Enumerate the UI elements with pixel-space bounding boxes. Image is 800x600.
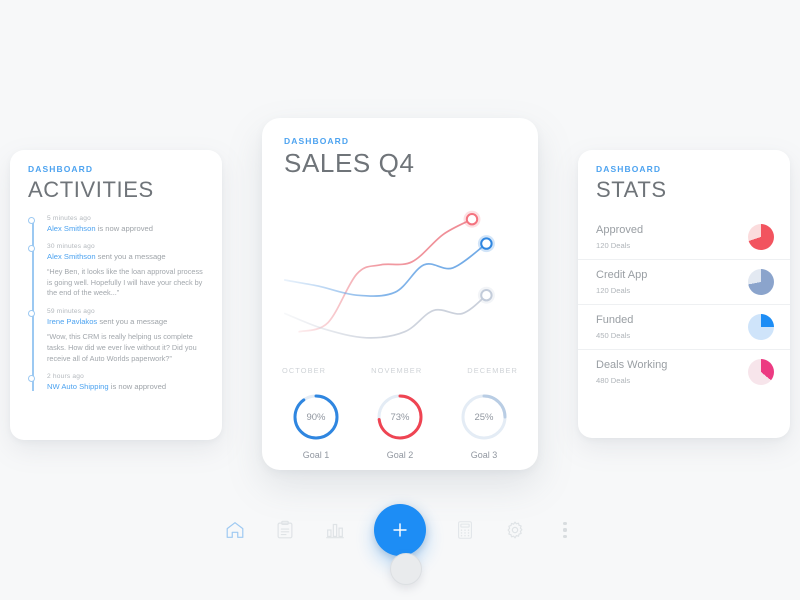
goal-item[interactable]: 73% Goal 2	[374, 391, 426, 460]
dot	[563, 528, 567, 532]
activity-action: sent you a message	[97, 317, 168, 327]
activity-time: 2 hours ago	[47, 373, 85, 381]
activity-time: 59 minutes ago	[47, 308, 95, 316]
page-title: SALES Q4	[284, 148, 415, 178]
activities-eyebrow: DASHBOARD	[28, 164, 94, 174]
bar-chart-icon[interactable]	[324, 519, 346, 541]
activities-title: ACTIVITIES	[28, 177, 154, 202]
activity-text: Alex Smithson sent you a message	[47, 252, 206, 262]
home-button[interactable]	[390, 553, 422, 585]
activity-time: 30 minutes ago	[47, 243, 95, 251]
stat-name: Deals Working	[596, 359, 668, 372]
activities-card: DASHBOARD ACTIVITIES 5 minutes ago Alex …	[10, 150, 222, 440]
progress-ring: 25%	[458, 391, 510, 443]
activity-text: NW Auto Shipping is now approved	[47, 382, 206, 392]
table-row[interactable]: Deals Working 480 Deals	[578, 350, 790, 394]
dashboard-screen: DASHBOARD ACTIVITIES 5 minutes ago Alex …	[0, 0, 800, 600]
activity-actor[interactable]: Alex Smithson	[47, 224, 96, 233]
activity-quote: “Hey Ben, it looks like the loan approva…	[47, 266, 203, 298]
pie-chart-icon	[748, 359, 774, 386]
more-options-icon[interactable]	[554, 521, 576, 539]
goal-label: Goal 2	[386, 450, 414, 461]
activity-time: 5 minutes ago	[47, 215, 92, 223]
sales-eyebrow: DASHBOARD	[284, 136, 350, 146]
activity-action: sent you a message	[95, 252, 166, 262]
activities-header: DASHBOARD ACTIVITIES	[10, 150, 222, 201]
stat-name: Funded	[596, 314, 634, 327]
table-row[interactable]: Approved 120 Deals	[578, 215, 790, 261]
activity-actor[interactable]: Irene Pavlakos	[47, 317, 97, 326]
progress-ring: 90%	[290, 391, 342, 443]
stat-name: Approved	[596, 224, 644, 237]
activity-text: Irene Pavlakos sent you a message	[47, 317, 206, 327]
stat-deals: 450 Deals	[596, 330, 631, 340]
stat-text: Funded 450 Deals	[596, 314, 633, 340]
activity-actor[interactable]: Alex Smithson	[47, 252, 96, 261]
timeline-dot-icon	[28, 310, 35, 318]
stats-card: DASHBOARD STATS Approved 120 Deals Credi…	[578, 150, 790, 438]
sales-header: DASHBOARD SALES Q4	[262, 118, 538, 177]
stat-name: Credit App	[596, 269, 648, 282]
dot	[563, 535, 567, 539]
sales-card: DASHBOARD SALES Q4 OCTOBER NOVEMBER DECE…	[262, 118, 538, 470]
stats-title: STATS	[596, 177, 667, 202]
add-button[interactable]	[374, 504, 426, 556]
goal-label: Goal 3	[470, 450, 498, 461]
bottom-toolbar	[0, 504, 800, 556]
goal-percent: 73%	[390, 411, 410, 423]
goal-item[interactable]: 25% Goal 3	[458, 391, 510, 460]
calculator-icon[interactable]	[454, 519, 476, 541]
goal-rings: 90% Goal 1 73% Goal 2 25% Goal 3	[262, 391, 538, 460]
pie-chart-icon	[748, 314, 774, 341]
goal-item[interactable]: 90% Goal 1	[290, 391, 342, 460]
activity-text: Alex Smithson is now approved	[47, 224, 206, 234]
stats-eyebrow: DASHBOARD	[596, 164, 662, 174]
clipboard-icon[interactable]	[274, 519, 296, 541]
timeline-dot-icon	[28, 375, 35, 383]
stat-deals: 120 Deals	[596, 285, 631, 295]
sales-line-chart	[262, 185, 538, 370]
pie-chart-icon	[748, 269, 774, 296]
line-chart-svg	[283, 210, 495, 340]
timeline-dot-icon	[28, 217, 35, 225]
list-item[interactable]: 59 minutes ago Irene Pavlakos sent you a…	[28, 308, 206, 364]
activity-action: is now approved	[95, 224, 153, 234]
activity-quote: “Wow, this CRM is really helping us comp…	[47, 331, 197, 363]
goal-label: Goal 1	[302, 450, 330, 461]
plus-icon	[393, 523, 407, 537]
stat-text: Credit App 120 Deals	[596, 269, 647, 295]
dot	[563, 521, 567, 525]
stats-header: DASHBOARD STATS	[578, 150, 790, 201]
home-icon[interactable]	[224, 519, 246, 541]
table-row[interactable]: Funded 450 Deals	[578, 305, 790, 351]
goal-percent: 25%	[474, 411, 494, 423]
timeline-dot-icon	[28, 245, 35, 253]
activity-timeline: 5 minutes ago Alex Smithson is now appro…	[28, 215, 206, 393]
activity-action: is now approved	[108, 382, 167, 392]
stat-text: Deals Working 480 Deals	[596, 359, 667, 385]
gear-icon[interactable]	[504, 519, 526, 541]
list-item[interactable]: 30 minutes ago Alex Smithson sent you a …	[28, 243, 206, 299]
goal-percent: 90%	[306, 411, 326, 423]
progress-ring: 73%	[374, 391, 426, 443]
stat-deals: 120 Deals	[596, 240, 631, 250]
list-item[interactable]: 5 minutes ago Alex Smithson is now appro…	[28, 215, 206, 234]
list-item[interactable]: 2 hours ago NW Auto Shipping is now appr…	[28, 373, 206, 392]
table-row[interactable]: Credit App 120 Deals	[578, 260, 790, 306]
stat-text: Approved 120 Deals	[596, 224, 643, 250]
stats-list: Approved 120 Deals Credit App 120 Deals …	[578, 215, 790, 394]
activity-actor[interactable]: NW Auto Shipping	[47, 382, 109, 391]
pie-chart-icon	[748, 224, 774, 251]
stat-deals: 480 Deals	[596, 375, 631, 385]
